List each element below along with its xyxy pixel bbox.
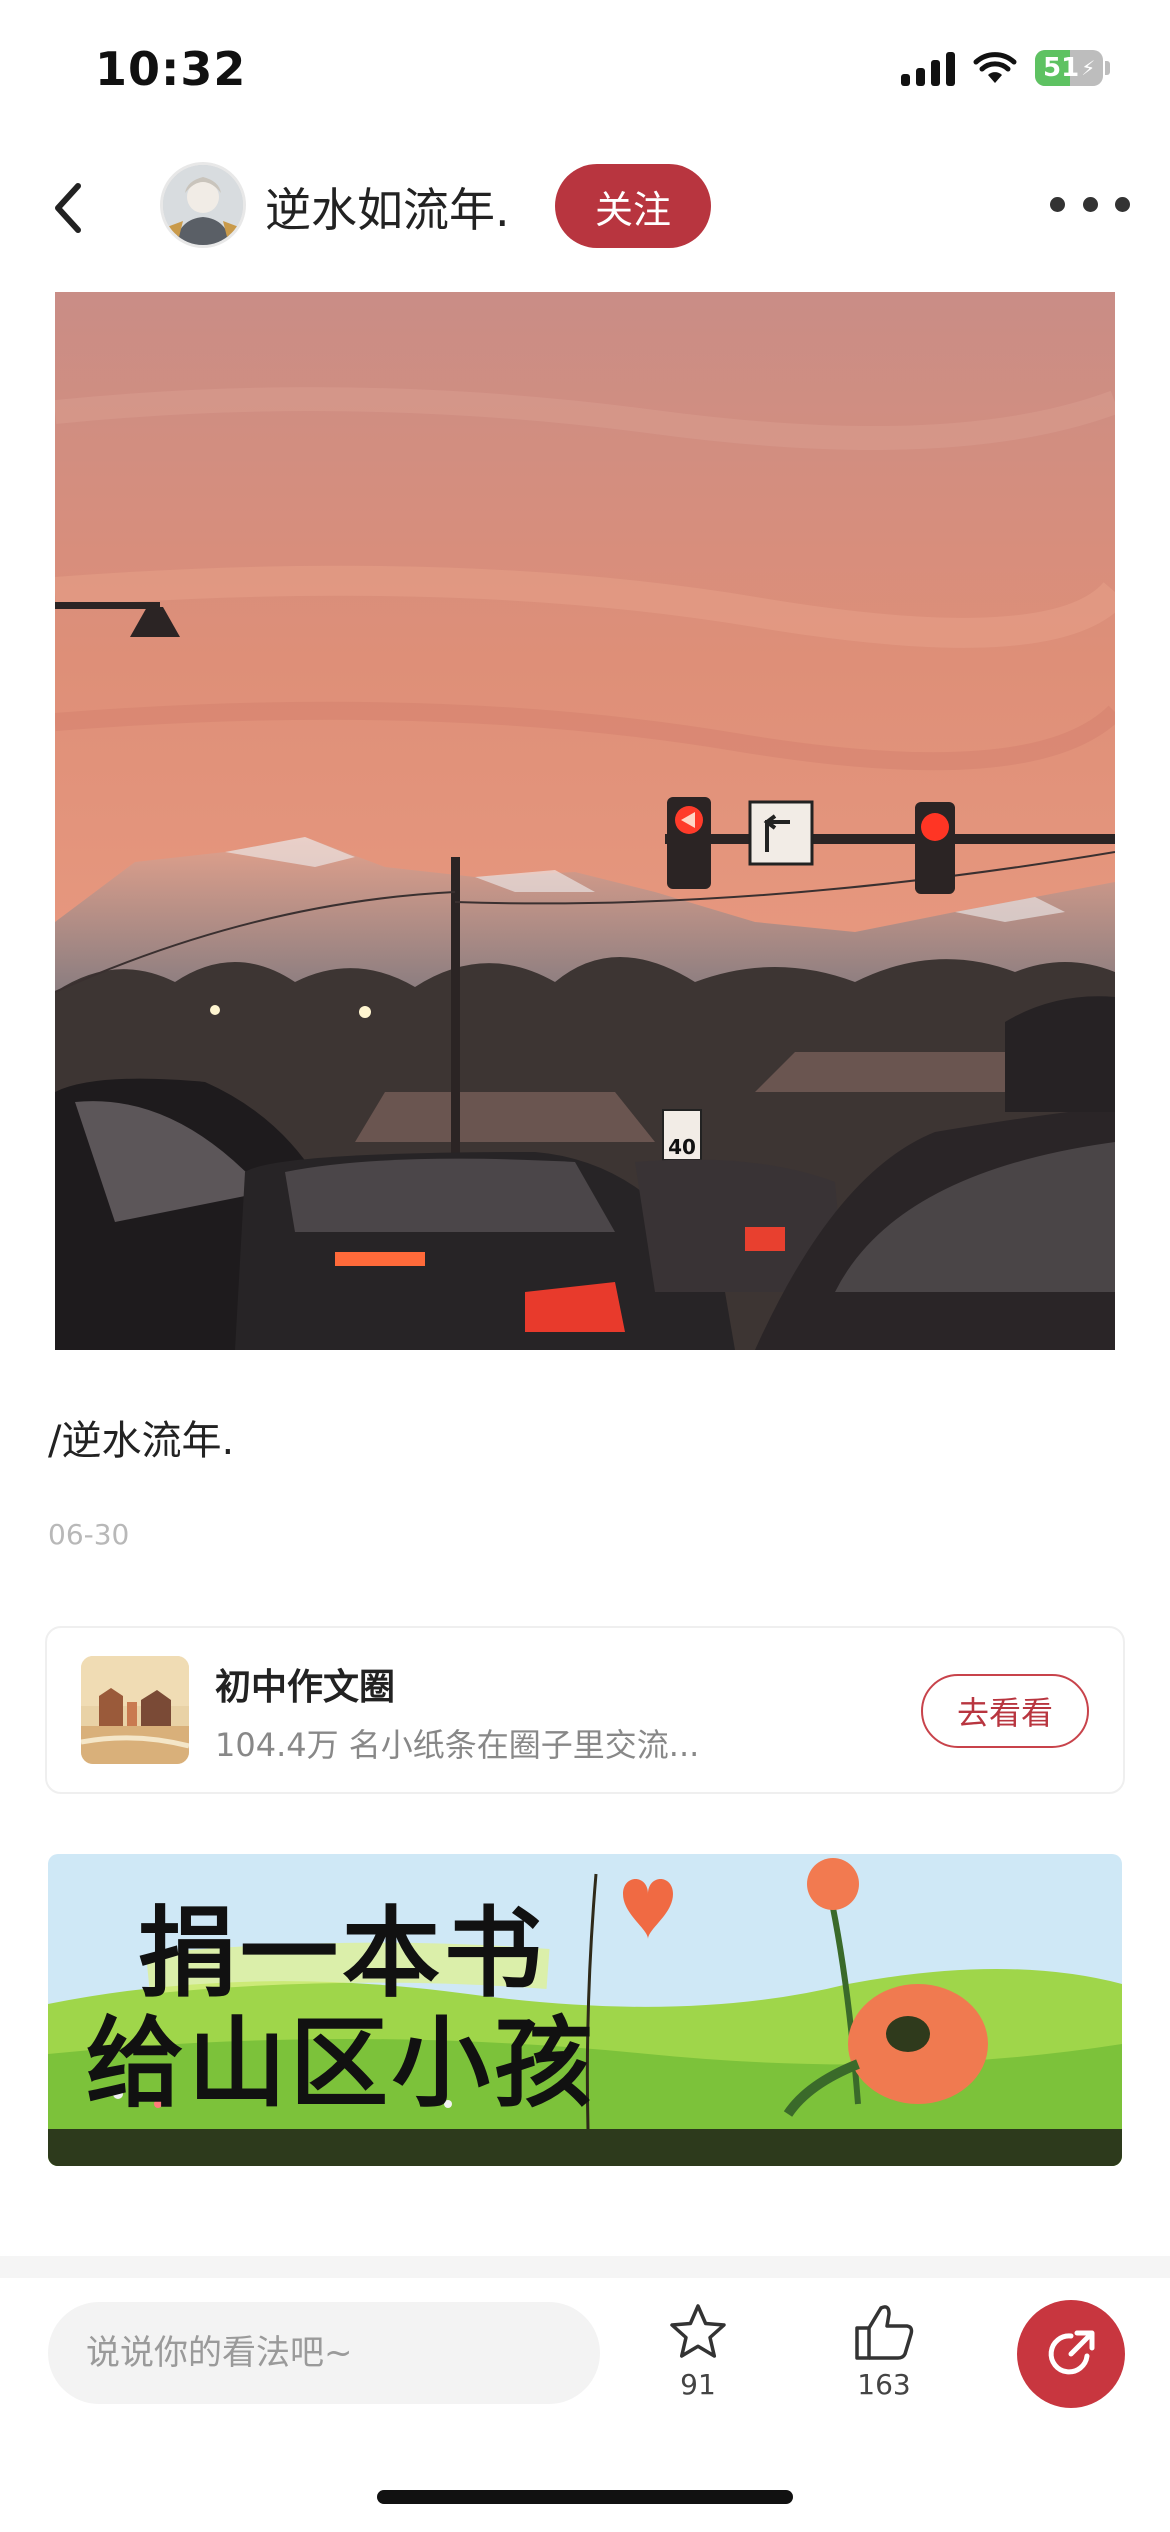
more-button[interactable] xyxy=(1050,184,1130,224)
share-button[interactable] xyxy=(1017,2300,1125,2408)
home-indicator[interactable] xyxy=(377,2490,793,2504)
circle-thumbnail xyxy=(81,1656,189,1764)
thumb-up-icon xyxy=(855,2305,914,2360)
bottom-divider xyxy=(0,2256,1170,2278)
donation-banner[interactable]: 捐一本书 给山区小孩 xyxy=(48,1854,1122,2166)
post-caption: /逆水流年. xyxy=(48,1418,235,1464)
back-button[interactable] xyxy=(40,180,96,236)
likes-count: 163 xyxy=(857,2368,911,2401)
battery-icon: 51 ⚡ xyxy=(1035,50,1110,86)
battery-percent: 51 xyxy=(1043,53,1080,83)
banner-title-line2: 给山区小孩 xyxy=(86,2007,597,2121)
circle-card[interactable]: 初中作文圈 104.4万 名小纸条在圈子里交流... 去看看 xyxy=(45,1626,1125,1794)
circle-description: 104.4万 名小纸条在圈子里交流... xyxy=(215,1726,700,1764)
favorites-count: 91 xyxy=(680,2368,716,2401)
comment-input[interactable] xyxy=(48,2302,600,2404)
status-time: 10:32 xyxy=(95,42,247,96)
back-arrow-icon xyxy=(55,183,81,233)
post-header: 逆水如流年. 关注 xyxy=(0,150,1170,265)
status-bar: 10:32 51 ⚡ xyxy=(0,0,1170,150)
follow-button[interactable]: 关注 xyxy=(555,164,711,248)
signal-icon xyxy=(901,50,955,86)
like-button[interactable]: 163 xyxy=(829,2300,939,2410)
more-dots-icon xyxy=(1050,196,1065,212)
wifi-icon xyxy=(973,52,1017,83)
favorite-button[interactable]: 91 xyxy=(643,2300,753,2410)
post-image[interactable]: 40 xyxy=(55,292,1115,1350)
circle-visit-button[interactable]: 去看看 xyxy=(921,1674,1089,1748)
speed-sign-value: 40 xyxy=(668,1135,696,1159)
circle-name: 初中作文圈 xyxy=(215,1667,396,1708)
share-icon xyxy=(1048,2330,1095,2375)
status-icons: 51 ⚡ xyxy=(901,50,1110,86)
avatar[interactable] xyxy=(160,162,246,248)
star-icon xyxy=(670,2304,726,2358)
charging-bolt-icon: ⚡ xyxy=(1081,56,1096,80)
username[interactable]: 逆水如流年. xyxy=(265,174,510,240)
post-date: 06-30 xyxy=(48,1518,130,1551)
